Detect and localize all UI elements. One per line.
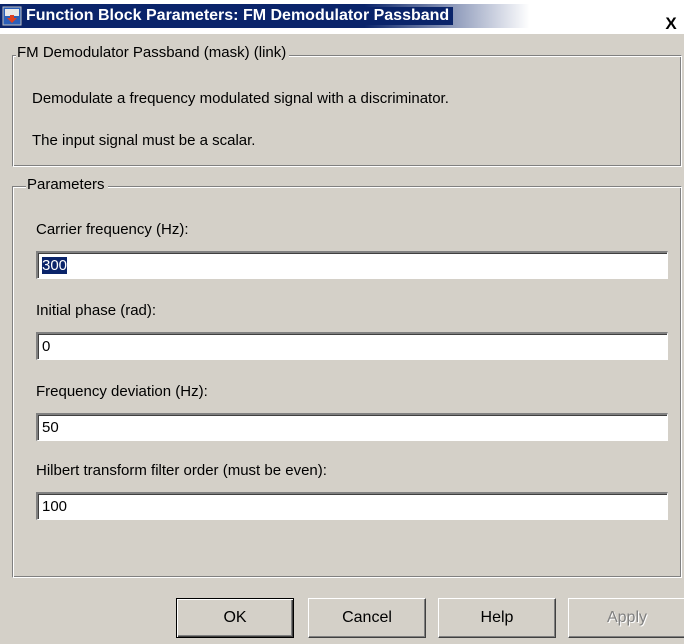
cancel-button[interactable]: Cancel (308, 598, 426, 638)
help-button[interactable]: Help (438, 598, 556, 638)
block-input-note: The input signal must be a scalar. (32, 132, 256, 149)
parameters-group-legend: Parameters (26, 176, 108, 193)
block-description: Demodulate a frequency modulated signal … (32, 90, 449, 107)
initial-phase-label: Initial phase (rad): (36, 302, 157, 319)
close-icon[interactable]: X (660, 13, 682, 35)
carrier-frequency-value: 300 (42, 257, 68, 274)
frequency-deviation-label: Frequency deviation (Hz): (36, 383, 208, 400)
window-title: Function Block Parameters: FM Demodulato… (26, 7, 454, 25)
ok-button[interactable]: OK (176, 598, 294, 638)
filter-order-input[interactable]: 100 (36, 492, 668, 520)
simulink-block-icon (2, 6, 22, 26)
apply-button[interactable]: Apply (568, 598, 684, 638)
mask-group-legend: FM Demodulator Passband (mask) (link) (16, 44, 290, 61)
frequency-deviation-input[interactable]: 50 (36, 413, 668, 441)
carrier-frequency-input[interactable]: 300 (36, 251, 668, 279)
dialog-window: Function Block Parameters: FM Demodulato… (0, 0, 684, 644)
filter-order-label: Hilbert transform filter order (must be … (36, 462, 327, 479)
carrier-frequency-label: Carrier frequency (Hz): (36, 221, 189, 238)
initial-phase-input[interactable]: 0 (36, 332, 668, 360)
mask-description-group (12, 55, 682, 167)
